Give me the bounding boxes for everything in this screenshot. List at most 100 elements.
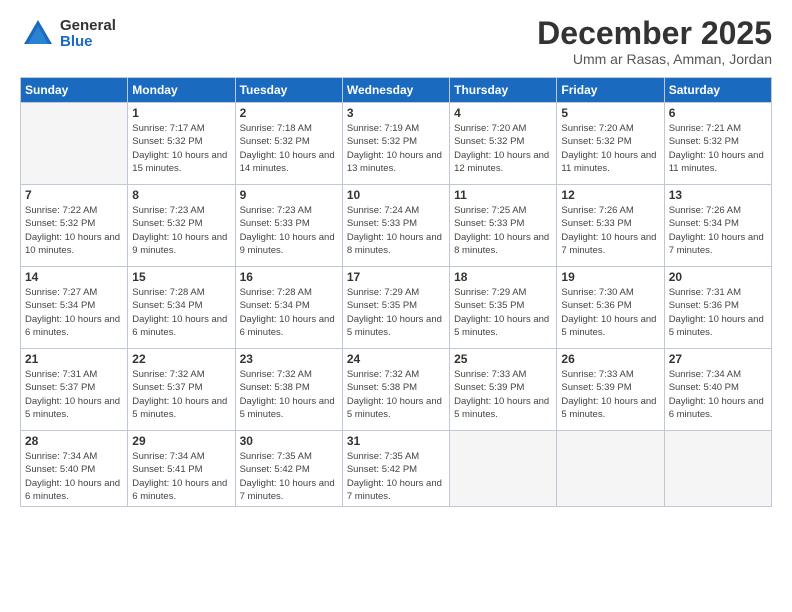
logo-text: General Blue [60,18,116,51]
table-row: 21 Sunrise: 7:31 AM Sunset: 5:37 PM Dayl… [21,349,128,431]
table-row: 27 Sunrise: 7:34 AM Sunset: 5:40 PM Dayl… [664,349,771,431]
col-sunday: Sunday [21,78,128,103]
day-number: 20 [669,270,767,284]
day-info: Sunrise: 7:20 AM Sunset: 5:32 PM Dayligh… [454,122,552,175]
day-number: 16 [240,270,338,284]
day-info: Sunrise: 7:22 AM Sunset: 5:32 PM Dayligh… [25,204,123,257]
day-number: 29 [132,434,230,448]
table-row: 11 Sunrise: 7:25 AM Sunset: 5:33 PM Dayl… [450,185,557,267]
col-saturday: Saturday [664,78,771,103]
day-info: Sunrise: 7:33 AM Sunset: 5:39 PM Dayligh… [454,368,552,421]
col-monday: Monday [128,78,235,103]
day-number: 18 [454,270,552,284]
table-row: 8 Sunrise: 7:23 AM Sunset: 5:32 PM Dayli… [128,185,235,267]
day-number: 9 [240,188,338,202]
table-row: 17 Sunrise: 7:29 AM Sunset: 5:35 PM Dayl… [342,267,449,349]
day-info: Sunrise: 7:19 AM Sunset: 5:32 PM Dayligh… [347,122,445,175]
day-info: Sunrise: 7:31 AM Sunset: 5:37 PM Dayligh… [25,368,123,421]
day-number: 21 [25,352,123,366]
logo-blue-label: Blue [60,34,116,51]
day-number: 17 [347,270,445,284]
col-friday: Friday [557,78,664,103]
table-row: 1 Sunrise: 7:17 AM Sunset: 5:32 PM Dayli… [128,103,235,185]
table-row: 2 Sunrise: 7:18 AM Sunset: 5:32 PM Dayli… [235,103,342,185]
table-row: 16 Sunrise: 7:28 AM Sunset: 5:34 PM Dayl… [235,267,342,349]
table-row [664,431,771,507]
header: General Blue December 2025 Umm ar Rasas,… [20,16,772,67]
logo: General Blue [20,16,116,52]
table-row [21,103,128,185]
day-number: 3 [347,106,445,120]
table-row: 28 Sunrise: 7:34 AM Sunset: 5:40 PM Dayl… [21,431,128,507]
table-row: 15 Sunrise: 7:28 AM Sunset: 5:34 PM Dayl… [128,267,235,349]
day-info: Sunrise: 7:34 AM Sunset: 5:40 PM Dayligh… [25,450,123,503]
day-info: Sunrise: 7:24 AM Sunset: 5:33 PM Dayligh… [347,204,445,257]
page-container: General Blue December 2025 Umm ar Rasas,… [0,0,792,612]
day-info: Sunrise: 7:29 AM Sunset: 5:35 PM Dayligh… [347,286,445,339]
table-row: 24 Sunrise: 7:32 AM Sunset: 5:38 PM Dayl… [342,349,449,431]
day-number: 6 [669,106,767,120]
day-number: 13 [669,188,767,202]
calendar-table: Sunday Monday Tuesday Wednesday Thursday… [20,77,772,507]
day-info: Sunrise: 7:28 AM Sunset: 5:34 PM Dayligh… [240,286,338,339]
table-row: 20 Sunrise: 7:31 AM Sunset: 5:36 PM Dayl… [664,267,771,349]
day-info: Sunrise: 7:27 AM Sunset: 5:34 PM Dayligh… [25,286,123,339]
day-info: Sunrise: 7:32 AM Sunset: 5:38 PM Dayligh… [347,368,445,421]
day-number: 19 [561,270,659,284]
table-row: 4 Sunrise: 7:20 AM Sunset: 5:32 PM Dayli… [450,103,557,185]
table-row: 14 Sunrise: 7:27 AM Sunset: 5:34 PM Dayl… [21,267,128,349]
day-info: Sunrise: 7:31 AM Sunset: 5:36 PM Dayligh… [669,286,767,339]
day-number: 10 [347,188,445,202]
day-number: 2 [240,106,338,120]
col-tuesday: Tuesday [235,78,342,103]
table-row: 26 Sunrise: 7:33 AM Sunset: 5:39 PM Dayl… [557,349,664,431]
month-title: December 2025 [537,16,772,51]
table-row: 13 Sunrise: 7:26 AM Sunset: 5:34 PM Dayl… [664,185,771,267]
day-info: Sunrise: 7:26 AM Sunset: 5:34 PM Dayligh… [669,204,767,257]
day-info: Sunrise: 7:23 AM Sunset: 5:33 PM Dayligh… [240,204,338,257]
day-number: 12 [561,188,659,202]
day-number: 5 [561,106,659,120]
table-row: 19 Sunrise: 7:30 AM Sunset: 5:36 PM Dayl… [557,267,664,349]
table-row: 3 Sunrise: 7:19 AM Sunset: 5:32 PM Dayli… [342,103,449,185]
table-row: 10 Sunrise: 7:24 AM Sunset: 5:33 PM Dayl… [342,185,449,267]
calendar-header-row: Sunday Monday Tuesday Wednesday Thursday… [21,78,772,103]
day-number: 11 [454,188,552,202]
col-wednesday: Wednesday [342,78,449,103]
day-info: Sunrise: 7:34 AM Sunset: 5:40 PM Dayligh… [669,368,767,421]
table-row: 6 Sunrise: 7:21 AM Sunset: 5:32 PM Dayli… [664,103,771,185]
day-info: Sunrise: 7:17 AM Sunset: 5:32 PM Dayligh… [132,122,230,175]
table-row: 25 Sunrise: 7:33 AM Sunset: 5:39 PM Dayl… [450,349,557,431]
day-number: 15 [132,270,230,284]
day-number: 26 [561,352,659,366]
day-number: 14 [25,270,123,284]
table-row: 5 Sunrise: 7:20 AM Sunset: 5:32 PM Dayli… [557,103,664,185]
day-number: 24 [347,352,445,366]
table-row: 22 Sunrise: 7:32 AM Sunset: 5:37 PM Dayl… [128,349,235,431]
logo-general-label: General [60,18,116,35]
table-row: 18 Sunrise: 7:29 AM Sunset: 5:35 PM Dayl… [450,267,557,349]
day-info: Sunrise: 7:34 AM Sunset: 5:41 PM Dayligh… [132,450,230,503]
day-number: 31 [347,434,445,448]
table-row: 30 Sunrise: 7:35 AM Sunset: 5:42 PM Dayl… [235,431,342,507]
table-row: 29 Sunrise: 7:34 AM Sunset: 5:41 PM Dayl… [128,431,235,507]
table-row: 31 Sunrise: 7:35 AM Sunset: 5:42 PM Dayl… [342,431,449,507]
day-info: Sunrise: 7:32 AM Sunset: 5:38 PM Dayligh… [240,368,338,421]
table-row: 12 Sunrise: 7:26 AM Sunset: 5:33 PM Dayl… [557,185,664,267]
day-info: Sunrise: 7:29 AM Sunset: 5:35 PM Dayligh… [454,286,552,339]
day-number: 27 [669,352,767,366]
day-info: Sunrise: 7:20 AM Sunset: 5:32 PM Dayligh… [561,122,659,175]
day-number: 25 [454,352,552,366]
day-info: Sunrise: 7:32 AM Sunset: 5:37 PM Dayligh… [132,368,230,421]
logo-icon [20,16,56,52]
day-info: Sunrise: 7:35 AM Sunset: 5:42 PM Dayligh… [240,450,338,503]
day-info: Sunrise: 7:30 AM Sunset: 5:36 PM Dayligh… [561,286,659,339]
day-number: 30 [240,434,338,448]
day-info: Sunrise: 7:23 AM Sunset: 5:32 PM Dayligh… [132,204,230,257]
day-info: Sunrise: 7:28 AM Sunset: 5:34 PM Dayligh… [132,286,230,339]
day-number: 23 [240,352,338,366]
day-info: Sunrise: 7:35 AM Sunset: 5:42 PM Dayligh… [347,450,445,503]
table-row: 23 Sunrise: 7:32 AM Sunset: 5:38 PM Dayl… [235,349,342,431]
title-block: December 2025 Umm ar Rasas, Amman, Jorda… [537,16,772,67]
table-row [557,431,664,507]
